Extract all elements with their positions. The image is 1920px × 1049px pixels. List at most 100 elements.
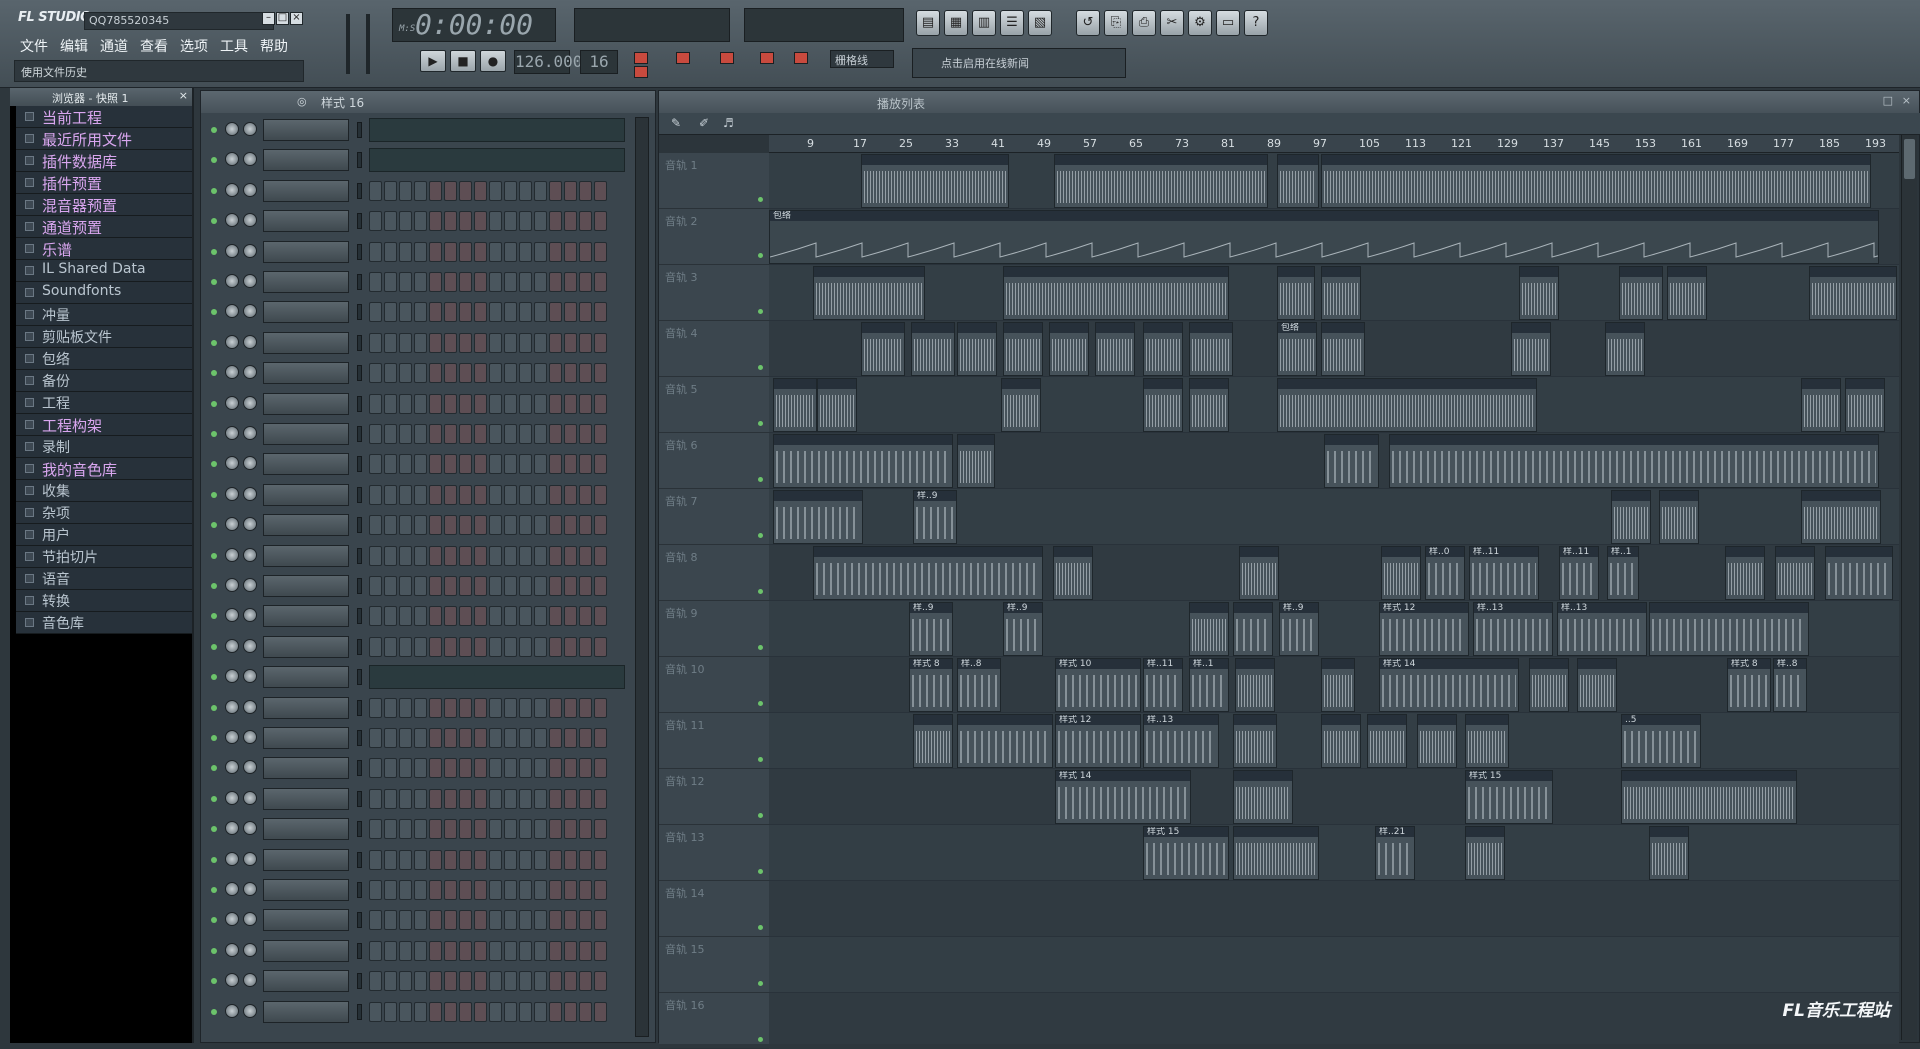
step-button[interactable]: [489, 971, 502, 992]
step-button[interactable]: [594, 424, 607, 444]
step-button[interactable]: [519, 454, 532, 475]
step-button[interactable]: [504, 728, 517, 748]
channel-name-button[interactable]: [263, 605, 349, 628]
step-button[interactable]: [474, 576, 487, 596]
pattern-clip[interactable]: ..5: [1621, 714, 1701, 768]
step-button[interactable]: [429, 606, 442, 627]
step-button[interactable]: [399, 180, 412, 201]
channel-select[interactable]: [357, 638, 362, 655]
step-button[interactable]: [549, 849, 562, 870]
step-button[interactable]: [474, 636, 487, 657]
step-button[interactable]: [489, 819, 502, 840]
channel-pan-knob[interactable]: [225, 456, 239, 471]
step-button[interactable]: [594, 758, 607, 779]
channel-pan-knob[interactable]: [225, 334, 239, 349]
step-button[interactable]: [579, 393, 592, 414]
channel-mute-led[interactable]: [211, 643, 217, 650]
channel-select[interactable]: [357, 517, 362, 534]
step-button[interactable]: [459, 424, 472, 444]
track-header[interactable]: 音轨 6: [659, 433, 769, 489]
track-mute-led[interactable]: [758, 365, 763, 370]
channel-volume-knob[interactable]: [243, 456, 257, 471]
step-button[interactable]: [579, 849, 592, 870]
step-button[interactable]: [369, 302, 382, 323]
step-button[interactable]: [369, 758, 382, 779]
step-button[interactable]: [549, 728, 562, 748]
track-mute-led[interactable]: [758, 253, 763, 258]
step-button[interactable]: [429, 849, 442, 870]
step-button[interactable]: [549, 880, 562, 900]
step-button[interactable]: [429, 332, 442, 353]
menu-item-2[interactable]: 通道: [94, 34, 134, 56]
step-button[interactable]: [399, 363, 412, 384]
maximize-icon[interactable]: □: [276, 12, 289, 25]
step-button[interactable]: [564, 332, 577, 353]
step-button[interactable]: [399, 910, 412, 931]
channel-name-button[interactable]: [263, 514, 349, 537]
step-button[interactable]: [534, 971, 547, 992]
browser-item[interactable]: 工程: [16, 392, 192, 414]
step-button[interactable]: [504, 302, 517, 323]
channel-name-button[interactable]: [263, 423, 349, 445]
step-button[interactable]: [414, 363, 427, 384]
step-button[interactable]: [414, 819, 427, 840]
step-button[interactable]: [474, 819, 487, 840]
step-button[interactable]: [579, 636, 592, 657]
menu-item-4[interactable]: 选项: [174, 34, 214, 56]
channel-mute-led[interactable]: [211, 279, 217, 285]
step-button[interactable]: [534, 849, 547, 870]
browser-item[interactable]: 通道预置: [16, 216, 192, 238]
step-button[interactable]: [369, 819, 382, 840]
step-button[interactable]: [549, 1001, 562, 1022]
channel-volume-knob[interactable]: [243, 760, 257, 775]
browser-item[interactable]: 包络: [16, 348, 192, 370]
step-button[interactable]: [504, 819, 517, 840]
channel-select[interactable]: [357, 973, 362, 990]
channel-row[interactable]: [201, 723, 631, 753]
step-button[interactable]: [534, 241, 547, 262]
step-button[interactable]: [489, 1001, 502, 1022]
step-button[interactable]: [534, 940, 547, 961]
audio-clip[interactable]: [1809, 266, 1897, 320]
step-button[interactable]: [444, 1001, 457, 1022]
channel-pan-knob[interactable]: [225, 608, 239, 623]
step-button[interactable]: [384, 180, 397, 201]
step-button[interactable]: [519, 758, 532, 779]
step-button[interactable]: [414, 545, 427, 566]
channel-mute-led[interactable]: [211, 674, 217, 681]
step-button[interactable]: [429, 272, 442, 292]
step-button[interactable]: [534, 211, 547, 232]
audio-clip[interactable]: [1649, 826, 1689, 880]
audio-clip[interactable]: [861, 154, 1009, 208]
step-button[interactable]: [399, 454, 412, 475]
channel-select[interactable]: [357, 942, 362, 959]
step-button[interactable]: [504, 363, 517, 384]
channel-volume-knob[interactable]: [243, 547, 257, 562]
step-button[interactable]: [414, 697, 427, 718]
step-button[interactable]: [444, 332, 457, 353]
browser-item[interactable]: 剪贴板文件: [16, 326, 192, 348]
pattern-clip[interactable]: 样式 15: [1465, 770, 1553, 824]
step-button[interactable]: [369, 1001, 382, 1022]
step-button[interactable]: [429, 576, 442, 596]
step-button[interactable]: [534, 819, 547, 840]
channel-volume-knob[interactable]: [243, 790, 257, 805]
track-header[interactable]: 音轨 13: [659, 825, 769, 881]
step-button[interactable]: [414, 454, 427, 475]
channel-mute-led[interactable]: [211, 887, 217, 893]
time-display[interactable]: M:S 0:00:00: [392, 8, 556, 42]
pattern-clip[interactable]: 样..8: [957, 658, 1001, 712]
step-button[interactable]: [549, 606, 562, 627]
step-button[interactable]: [384, 515, 397, 536]
channel-row[interactable]: [201, 571, 631, 601]
step-button[interactable]: [519, 971, 532, 992]
step-button[interactable]: [414, 424, 427, 444]
step-button[interactable]: [534, 636, 547, 657]
track-header[interactable]: 音轨 16: [659, 993, 769, 1049]
audio-clip[interactable]: [1001, 378, 1041, 432]
step-button[interactable]: [384, 758, 397, 779]
track-mute-led[interactable]: [758, 197, 763, 202]
audio-clip[interactable]: [1277, 266, 1315, 320]
channel-volume-knob[interactable]: [243, 882, 257, 896]
channel-row[interactable]: [201, 936, 631, 966]
